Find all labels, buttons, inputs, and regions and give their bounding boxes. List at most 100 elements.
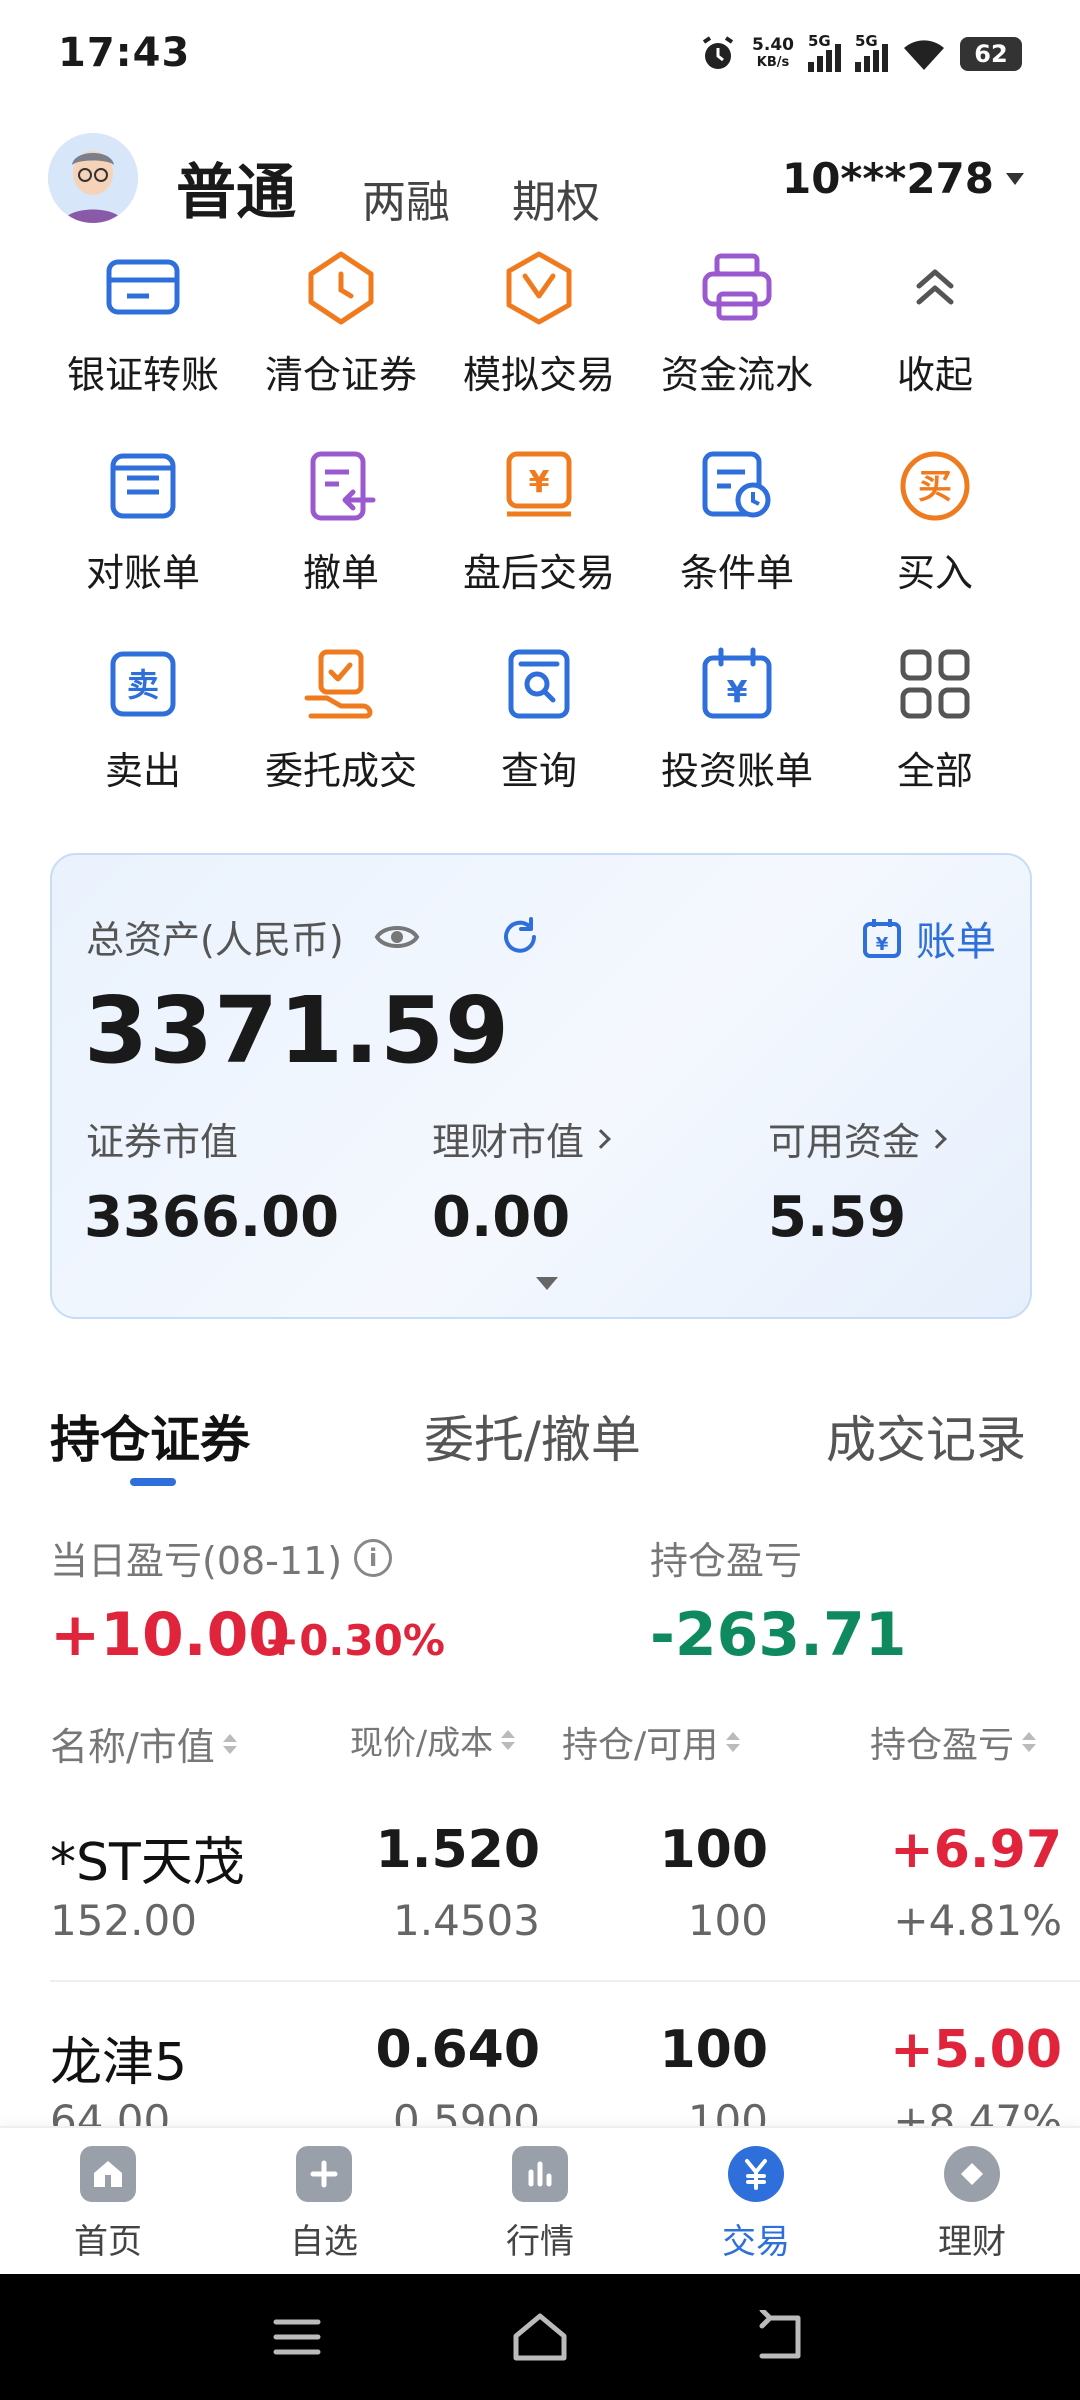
tab-options[interactable]: 期权 (512, 166, 600, 230)
tab-orders[interactable]: 委托/撤单 (424, 1400, 641, 1472)
stock-name: 龙津5 (50, 2033, 188, 2093)
alarm-icon (702, 36, 734, 69)
market-icon (512, 2146, 568, 2202)
tab-market[interactable]: 行情 (432, 2146, 648, 2263)
tab-home[interactable]: 首页 (0, 2146, 216, 2263)
action-bank-transfer[interactable]: 银证转账 (38, 250, 248, 399)
action-invest-bill[interactable]: ¥ 投资账单 (632, 646, 842, 795)
stock-name: *ST天茂 (50, 1833, 245, 1893)
action-query[interactable]: 查询 (434, 646, 644, 795)
holding-pnl-value: -263.71 (650, 1600, 907, 1670)
info-icon[interactable]: i (354, 1538, 393, 1577)
position-pnl-percent: +4.81% (893, 1896, 1062, 1945)
refresh-icon[interactable] (498, 915, 542, 959)
action-buy[interactable]: 买 买入 (830, 448, 1040, 597)
system-nav-bar (0, 2274, 1080, 2400)
eye-icon[interactable] (374, 922, 420, 952)
status-bar: 17:43 5.40 KB/s 5G 5G 62 (0, 0, 1080, 110)
back-nav-icon[interactable] (752, 2310, 808, 2362)
position-pnl: +5.00 (890, 2020, 1062, 2080)
current-price: 1.520 (375, 1820, 540, 1880)
clock-shield-icon (308, 251, 374, 325)
tab-normal[interactable]: 普通 (176, 144, 296, 231)
home-nav-icon[interactable] (510, 2308, 570, 2364)
action-after-hours[interactable]: ¥ 盘后交易 (434, 448, 644, 597)
expand-triangle-icon[interactable] (536, 1277, 558, 1290)
wealth-value-link[interactable]: 理财市值 (432, 1111, 611, 1166)
sort-icon (1022, 1732, 1037, 1752)
simulate-icon (506, 251, 572, 325)
grid-icon (900, 649, 970, 719)
tab-margin[interactable]: 两融 (362, 166, 450, 230)
cancel-order-icon (310, 451, 376, 521)
wealth-icon (944, 2146, 1000, 2202)
sort-icon (726, 1732, 741, 1752)
available-funds-value: 5.59 (768, 1185, 907, 1250)
holding-qty: 100 (659, 1820, 768, 1880)
action-entrust-deal[interactable]: 委托成交 (236, 646, 446, 795)
action-conditional-order[interactable]: 条件单 (632, 448, 842, 597)
printer-icon (702, 253, 772, 321)
conditional-order-icon (702, 451, 771, 518)
market-value: 152.00 (50, 1896, 197, 1945)
active-tab-indicator (130, 1478, 176, 1486)
securities-value: 3366.00 (84, 1185, 340, 1250)
action-simulated-trade[interactable]: 模拟交易 (434, 250, 644, 399)
col-name-header[interactable]: 名称/市值 (50, 1716, 237, 1771)
tab-watchlist[interactable]: 自选 (216, 2146, 432, 2263)
signal-1-icon: 5G (808, 32, 841, 72)
battery-indicator: 62 (960, 37, 1022, 71)
svg-text:¥: ¥ (876, 934, 889, 955)
svg-text:¥: ¥ (727, 675, 748, 710)
cost-price: 1.4503 (393, 1896, 540, 1945)
svg-text:买: 买 (918, 467, 952, 507)
action-sell[interactable]: 卖 卖出 (38, 646, 248, 795)
status-time: 17:43 (58, 30, 191, 76)
action-collapse[interactable]: 收起 (830, 250, 1040, 399)
status-icons: 5.40 KB/s 5G 5G 62 (698, 32, 1022, 74)
entrust-icon (304, 649, 373, 719)
chevron-right-icon (591, 1128, 611, 1149)
account-header: 普通 两融 期权 10***278 (0, 130, 1080, 240)
bank-transfer-icon (106, 259, 180, 315)
net-speed: 5.40 KB/s (752, 35, 794, 70)
current-price: 0.640 (375, 2020, 540, 2080)
total-assets-label: 总资产(人民币) (86, 909, 542, 964)
daily-pnl-percent: +0.30% (264, 1616, 445, 1665)
svg-text:¥: ¥ (529, 465, 550, 500)
sell-icon: 卖 (110, 651, 176, 717)
action-cancel-order[interactable]: 撤单 (236, 448, 446, 597)
action-clear-position[interactable]: 清仓证券 (236, 250, 446, 399)
svg-text:卖: 卖 (127, 666, 159, 704)
watchlist-icon (296, 2146, 352, 2202)
avatar[interactable] (48, 133, 138, 223)
total-assets-value: 3371.59 (84, 977, 511, 1084)
holding-pnl-label: 持仓盈亏 (650, 1539, 803, 1583)
tab-trades[interactable]: 成交记录 (826, 1400, 1026, 1472)
action-fund-flow[interactable]: 资金流水 (632, 250, 842, 399)
col-hold-header[interactable]: 持仓/可用 (562, 1716, 741, 1768)
available-qty: 100 (687, 1896, 768, 1945)
tab-wealth[interactable]: 理财 (864, 2146, 1080, 2263)
chevron-down-icon (1006, 172, 1024, 185)
action-all[interactable]: 全部 (830, 646, 1040, 795)
bill-button[interactable]: ¥ 账单 (862, 909, 996, 967)
calendar-icon: ¥ (863, 919, 901, 958)
bottom-tab-bar: 首页 自选 行情 交易 理财 (0, 2126, 1080, 2274)
menu-icon[interactable] (272, 2314, 322, 2360)
available-funds-link[interactable]: 可用资金 (768, 1111, 947, 1166)
wealth-value: 0.00 (432, 1185, 571, 1250)
account-number: 10***278 (781, 154, 994, 203)
col-pnl-header[interactable]: 持仓盈亏 (870, 1716, 1037, 1768)
avatar-icon (48, 133, 138, 223)
holding-qty: 100 (659, 2020, 768, 2080)
account-selector[interactable]: 10***278 (782, 154, 1024, 203)
action-statement[interactable]: 对账单 (38, 448, 248, 597)
invest-bill-icon: ¥ (702, 647, 772, 719)
after-hours-icon: ¥ (506, 451, 572, 517)
col-price-header[interactable]: 现价/成本 (350, 1716, 516, 1764)
chevron-up-icon (916, 269, 954, 305)
tab-trade[interactable]: 交易 (648, 2146, 864, 2263)
tab-holdings[interactable]: 持仓证券 (50, 1400, 250, 1472)
statement-icon (110, 453, 176, 519)
